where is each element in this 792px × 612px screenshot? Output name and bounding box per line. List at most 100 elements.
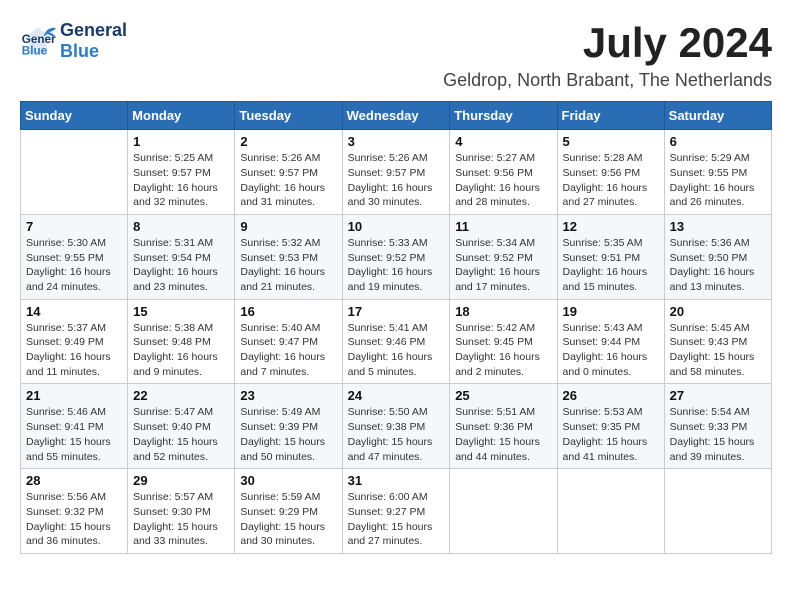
calendar-cell: 1Sunrise: 5:25 AM Sunset: 9:57 PM Daylig…: [128, 130, 235, 215]
calendar-week-row: 21Sunrise: 5:46 AM Sunset: 9:41 PM Dayli…: [21, 384, 772, 469]
day-info: Sunrise: 5:25 AM Sunset: 9:57 PM Dayligh…: [133, 151, 229, 210]
day-info: Sunrise: 5:59 AM Sunset: 9:29 PM Dayligh…: [240, 490, 336, 549]
day-info: Sunrise: 5:56 AM Sunset: 9:32 PM Dayligh…: [26, 490, 122, 549]
day-number: 19: [563, 304, 659, 319]
calendar-cell: 8Sunrise: 5:31 AM Sunset: 9:54 PM Daylig…: [128, 214, 235, 299]
calendar-cell: 25 Sunrise: 5:51 AM Sunset: 9:36 PM Dayli…: [450, 384, 557, 469]
day-info: Sunrise: 5:40 AM Sunset: 9:47 PM Dayligh…: [240, 321, 336, 380]
calendar-cell: 9 Sunrise: 5:32 AM Sunset: 9:53 PM Daylig…: [235, 214, 342, 299]
day-info: Sunrise: 5:29 AM Sunset: 9:55 PM Dayligh…: [670, 151, 766, 210]
day-number: 10: [348, 219, 445, 234]
day-info: Sunrise: 5:51 AM Sunset: 9:36 PM Dayligh…: [455, 405, 551, 464]
calendar-cell: 23 Sunrise: 5:49 AM Sunset: 9:39 PM Dayli…: [235, 384, 342, 469]
day-info: Sunrise: 5:28 AM Sunset: 9:56 PM Dayligh…: [563, 151, 659, 210]
location: Geldrop, North Brabant, The Netherlands: [443, 70, 772, 91]
calendar-cell: 11 Sunrise: 5:34 AM Sunset: 9:52 PM Dayli…: [450, 214, 557, 299]
title-section: July 2024 Geldrop, North Brabant, The Ne…: [443, 20, 772, 91]
calendar-table: SundayMondayTuesdayWednesdayThursdayFrid…: [20, 101, 772, 554]
day-info: Sunrise: 5:26 AM Sunset: 9:57 PM Dayligh…: [240, 151, 336, 210]
calendar-week-row: 14 Sunrise: 5:37 AM Sunset: 9:49 PM Dayli…: [21, 299, 772, 384]
day-info: Sunrise: 5:33 AM Sunset: 9:52 PM Dayligh…: [348, 236, 445, 295]
day-info: Sunrise: 5:41 AM Sunset: 9:46 PM Dayligh…: [348, 321, 445, 380]
weekday-header: Thursday: [450, 102, 557, 130]
weekday-header: Wednesday: [342, 102, 450, 130]
weekday-header: Friday: [557, 102, 664, 130]
day-number: 12: [563, 219, 659, 234]
logo-general: General: [60, 20, 127, 41]
day-number: 14: [26, 304, 122, 319]
day-info: Sunrise: 5:30 AM Sunset: 9:55 PM Dayligh…: [26, 236, 122, 295]
day-info: Sunrise: 5:54 AM Sunset: 9:33 PM Dayligh…: [670, 405, 766, 464]
day-number: 31: [348, 473, 445, 488]
svg-text:Blue: Blue: [22, 44, 48, 57]
calendar-cell: 10 Sunrise: 5:33 AM Sunset: 9:52 PM Dayli…: [342, 214, 450, 299]
day-number: 15: [133, 304, 229, 319]
calendar-cell: 16 Sunrise: 5:40 AM Sunset: 9:47 PM Dayli…: [235, 299, 342, 384]
day-info: Sunrise: 5:42 AM Sunset: 9:45 PM Dayligh…: [455, 321, 551, 380]
calendar-week-row: 1Sunrise: 5:25 AM Sunset: 9:57 PM Daylig…: [21, 130, 772, 215]
day-info: Sunrise: 5:53 AM Sunset: 9:35 PM Dayligh…: [563, 405, 659, 464]
day-number: 13: [670, 219, 766, 234]
day-number: 26: [563, 388, 659, 403]
weekday-header: Saturday: [664, 102, 771, 130]
calendar-cell: 7 Sunrise: 5:30 AM Sunset: 9:55 PM Daylig…: [21, 214, 128, 299]
day-number: 23: [240, 388, 336, 403]
day-number: 29: [133, 473, 229, 488]
calendar-cell: 22Sunrise: 5:47 AM Sunset: 9:40 PM Dayli…: [128, 384, 235, 469]
day-number: 22: [133, 388, 229, 403]
day-info: Sunrise: 5:27 AM Sunset: 9:56 PM Dayligh…: [455, 151, 551, 210]
day-number: 8: [133, 219, 229, 234]
day-info: Sunrise: 5:34 AM Sunset: 9:52 PM Dayligh…: [455, 236, 551, 295]
day-number: 9: [240, 219, 336, 234]
calendar-cell: 28Sunrise: 5:56 AM Sunset: 9:32 PM Dayli…: [21, 469, 128, 554]
day-number: 7: [26, 219, 122, 234]
calendar-cell: [664, 469, 771, 554]
day-number: 16: [240, 304, 336, 319]
day-number: 25: [455, 388, 551, 403]
calendar-cell: 3Sunrise: 5:26 AM Sunset: 9:57 PM Daylig…: [342, 130, 450, 215]
calendar-cell: 29 Sunrise: 5:57 AM Sunset: 9:30 PM Dayli…: [128, 469, 235, 554]
calendar-cell: 2 Sunrise: 5:26 AM Sunset: 9:57 PM Daylig…: [235, 130, 342, 215]
weekday-header: Monday: [128, 102, 235, 130]
logo: General Blue General Blue: [20, 20, 127, 61]
day-info: Sunrise: 5:35 AM Sunset: 9:51 PM Dayligh…: [563, 236, 659, 295]
calendar-cell: 15Sunrise: 5:38 AM Sunset: 9:48 PM Dayli…: [128, 299, 235, 384]
calendar-cell: 4 Sunrise: 5:27 AM Sunset: 9:56 PM Daylig…: [450, 130, 557, 215]
day-info: Sunrise: 5:50 AM Sunset: 9:38 PM Dayligh…: [348, 405, 445, 464]
day-number: 30: [240, 473, 336, 488]
calendar-week-row: 7 Sunrise: 5:30 AM Sunset: 9:55 PM Daylig…: [21, 214, 772, 299]
day-number: 17: [348, 304, 445, 319]
day-number: 5: [563, 134, 659, 149]
calendar-cell: 21Sunrise: 5:46 AM Sunset: 9:41 PM Dayli…: [21, 384, 128, 469]
day-info: Sunrise: 5:37 AM Sunset: 9:49 PM Dayligh…: [26, 321, 122, 380]
calendar-cell: 18Sunrise: 5:42 AM Sunset: 9:45 PM Dayli…: [450, 299, 557, 384]
calendar-body: 1Sunrise: 5:25 AM Sunset: 9:57 PM Daylig…: [21, 130, 772, 554]
day-info: Sunrise: 5:36 AM Sunset: 9:50 PM Dayligh…: [670, 236, 766, 295]
day-number: 11: [455, 219, 551, 234]
page-header: General Blue General Blue July 2024 Geld…: [20, 20, 772, 91]
day-number: 27: [670, 388, 766, 403]
calendar-cell: 31Sunrise: 6:00 AM Sunset: 9:27 PM Dayli…: [342, 469, 450, 554]
day-info: Sunrise: 5:32 AM Sunset: 9:53 PM Dayligh…: [240, 236, 336, 295]
day-info: Sunrise: 5:45 AM Sunset: 9:43 PM Dayligh…: [670, 321, 766, 380]
calendar-cell: 14 Sunrise: 5:37 AM Sunset: 9:49 PM Dayli…: [21, 299, 128, 384]
day-number: 6: [670, 134, 766, 149]
day-number: 2: [240, 134, 336, 149]
day-info: Sunrise: 5:43 AM Sunset: 9:44 PM Dayligh…: [563, 321, 659, 380]
calendar-cell: 17 Sunrise: 5:41 AM Sunset: 9:46 PM Dayli…: [342, 299, 450, 384]
day-number: 24: [348, 388, 445, 403]
calendar-week-row: 28Sunrise: 5:56 AM Sunset: 9:32 PM Dayli…: [21, 469, 772, 554]
calendar-cell: 26 Sunrise: 5:53 AM Sunset: 9:35 PM Dayli…: [557, 384, 664, 469]
calendar-cell: [557, 469, 664, 554]
calendar-header-row: SundayMondayTuesdayWednesdayThursdayFrid…: [21, 102, 772, 130]
calendar-cell: 5 Sunrise: 5:28 AM Sunset: 9:56 PM Daylig…: [557, 130, 664, 215]
day-info: Sunrise: 5:49 AM Sunset: 9:39 PM Dayligh…: [240, 405, 336, 464]
day-number: 3: [348, 134, 445, 149]
calendar-cell: [450, 469, 557, 554]
calendar-cell: 24 Sunrise: 5:50 AM Sunset: 9:38 PM Dayli…: [342, 384, 450, 469]
calendar-cell: 6 Sunrise: 5:29 AM Sunset: 9:55 PM Daylig…: [664, 130, 771, 215]
logo-blue: Blue: [60, 41, 127, 62]
day-info: Sunrise: 5:57 AM Sunset: 9:30 PM Dayligh…: [133, 490, 229, 549]
calendar-cell: [21, 130, 128, 215]
day-number: 4: [455, 134, 551, 149]
